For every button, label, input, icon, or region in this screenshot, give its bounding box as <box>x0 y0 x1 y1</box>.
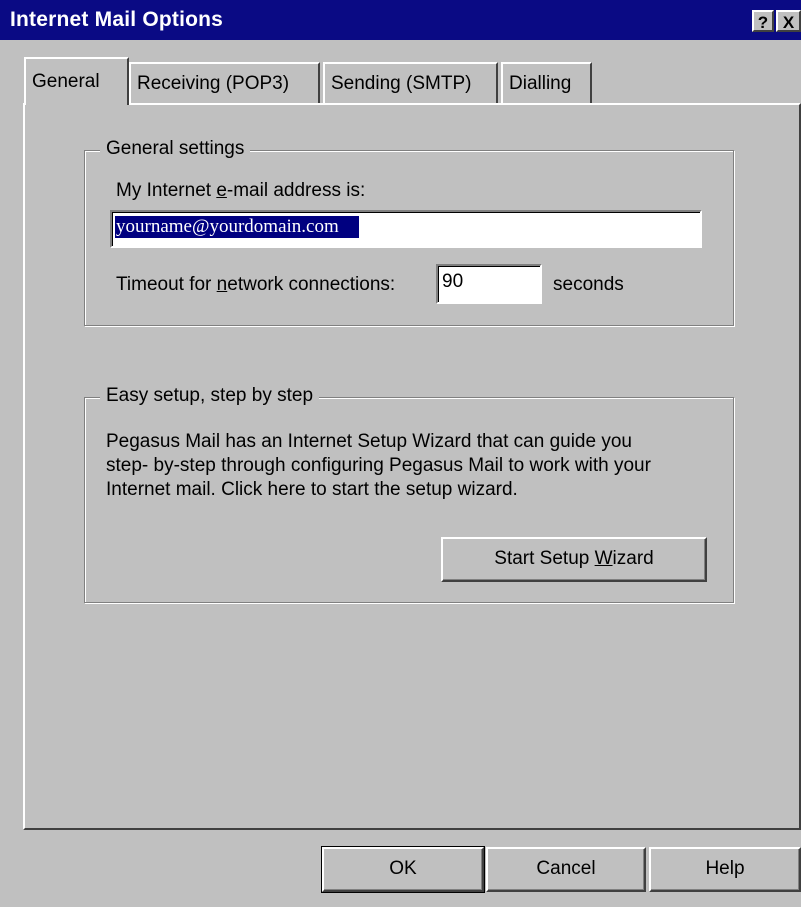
tab-label: Receiving (POP3) <box>137 73 290 94</box>
tab-label: General <box>32 71 100 92</box>
description-line: step- by-step through configuring Pegasu… <box>106 455 651 476</box>
help-button[interactable]: Help <box>649 847 801 892</box>
help-icon[interactable]: ? <box>752 10 774 32</box>
timeout-field[interactable]: 90 <box>436 264 542 304</box>
close-icon[interactable]: X <box>776 10 801 32</box>
email-field[interactable]: yourname@yourdomain.com <box>110 210 702 248</box>
timeout-label: Timeout for network connections: <box>116 274 396 295</box>
tab-dialling[interactable]: Dialling <box>501 62 592 104</box>
group-legend: Easy setup, step by step <box>100 385 320 407</box>
title-bar[interactable]: Internet Mail Options ? X <box>0 0 801 40</box>
tab-receiving-pop3[interactable]: Receiving (POP3) <box>129 62 320 104</box>
email-label: My Internet e-mail address is: <box>116 180 366 201</box>
cancel-button[interactable]: Cancel <box>486 847 646 892</box>
timeout-value: 90 <box>442 271 464 292</box>
start-setup-wizard-button[interactable]: Start Setup Wizard <box>441 537 707 582</box>
tab-sending-smtp[interactable]: Sending (SMTP) <box>323 62 498 104</box>
timeout-unit: seconds <box>553 274 624 295</box>
window-title: Internet Mail Options <box>10 8 224 31</box>
ok-button[interactable]: OK <box>321 846 485 893</box>
tab-label: Dialling <box>509 73 572 94</box>
group-legend: General settings <box>100 138 251 160</box>
description-line: Pegasus Mail has an Internet Setup Wizar… <box>106 431 632 452</box>
tab-label: Sending (SMTP) <box>331 73 472 94</box>
description-line: Internet mail. Click here to start the s… <box>106 479 518 500</box>
email-value: yourname@yourdomain.com <box>115 216 359 238</box>
wizard-description: Pegasus Mail has an Internet Setup Wizar… <box>106 430 651 502</box>
tab-general[interactable]: General <box>24 57 129 105</box>
